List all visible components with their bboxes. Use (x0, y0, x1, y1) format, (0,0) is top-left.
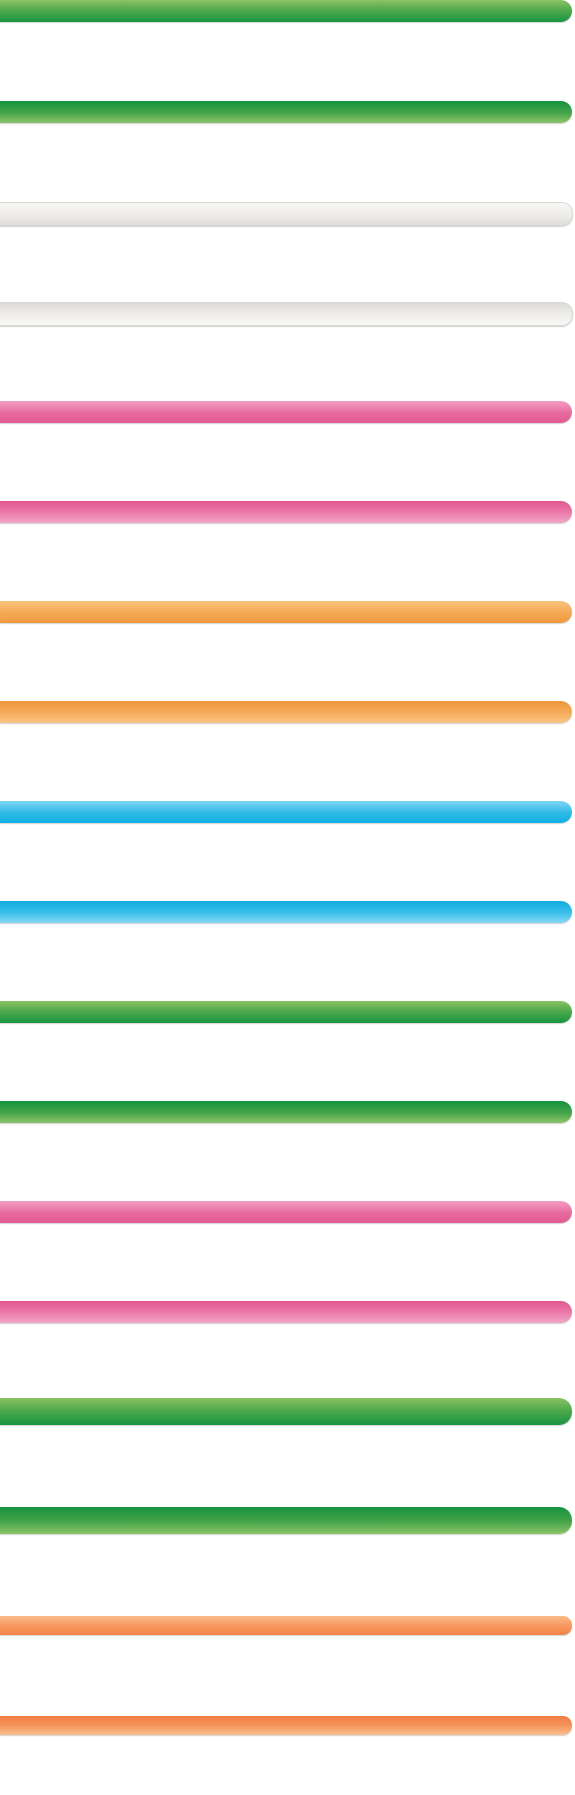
bar-pink-light-top-1 (0, 401, 572, 423)
bar-pink-dark-top-2 (0, 1301, 572, 1323)
bar-blue-light-top (0, 801, 572, 823)
bar-pink-dark-top-1 (0, 501, 572, 523)
bar-green-dark-top-2 (0, 1101, 572, 1123)
bar-green-dark-top-1 (0, 101, 572, 123)
bar-orange-red-light-top (0, 1616, 572, 1635)
bar-green-light-top-2 (0, 1001, 572, 1023)
bar-green-thick-dark-top (0, 1507, 572, 1534)
bar-orange-red-dark-top (0, 1716, 572, 1735)
bar-blue-dark-top (0, 901, 572, 923)
bar-green-light-top-1 (0, 0, 572, 22)
bar-green-thick-light-top (0, 1398, 572, 1425)
bar-pink-light-top-2 (0, 1201, 572, 1223)
bar-gray-light-top (0, 202, 573, 226)
bar-orange-dark-top (0, 701, 572, 723)
bar-orange-light-top (0, 601, 572, 623)
bar-gray-dark-top (0, 302, 573, 326)
